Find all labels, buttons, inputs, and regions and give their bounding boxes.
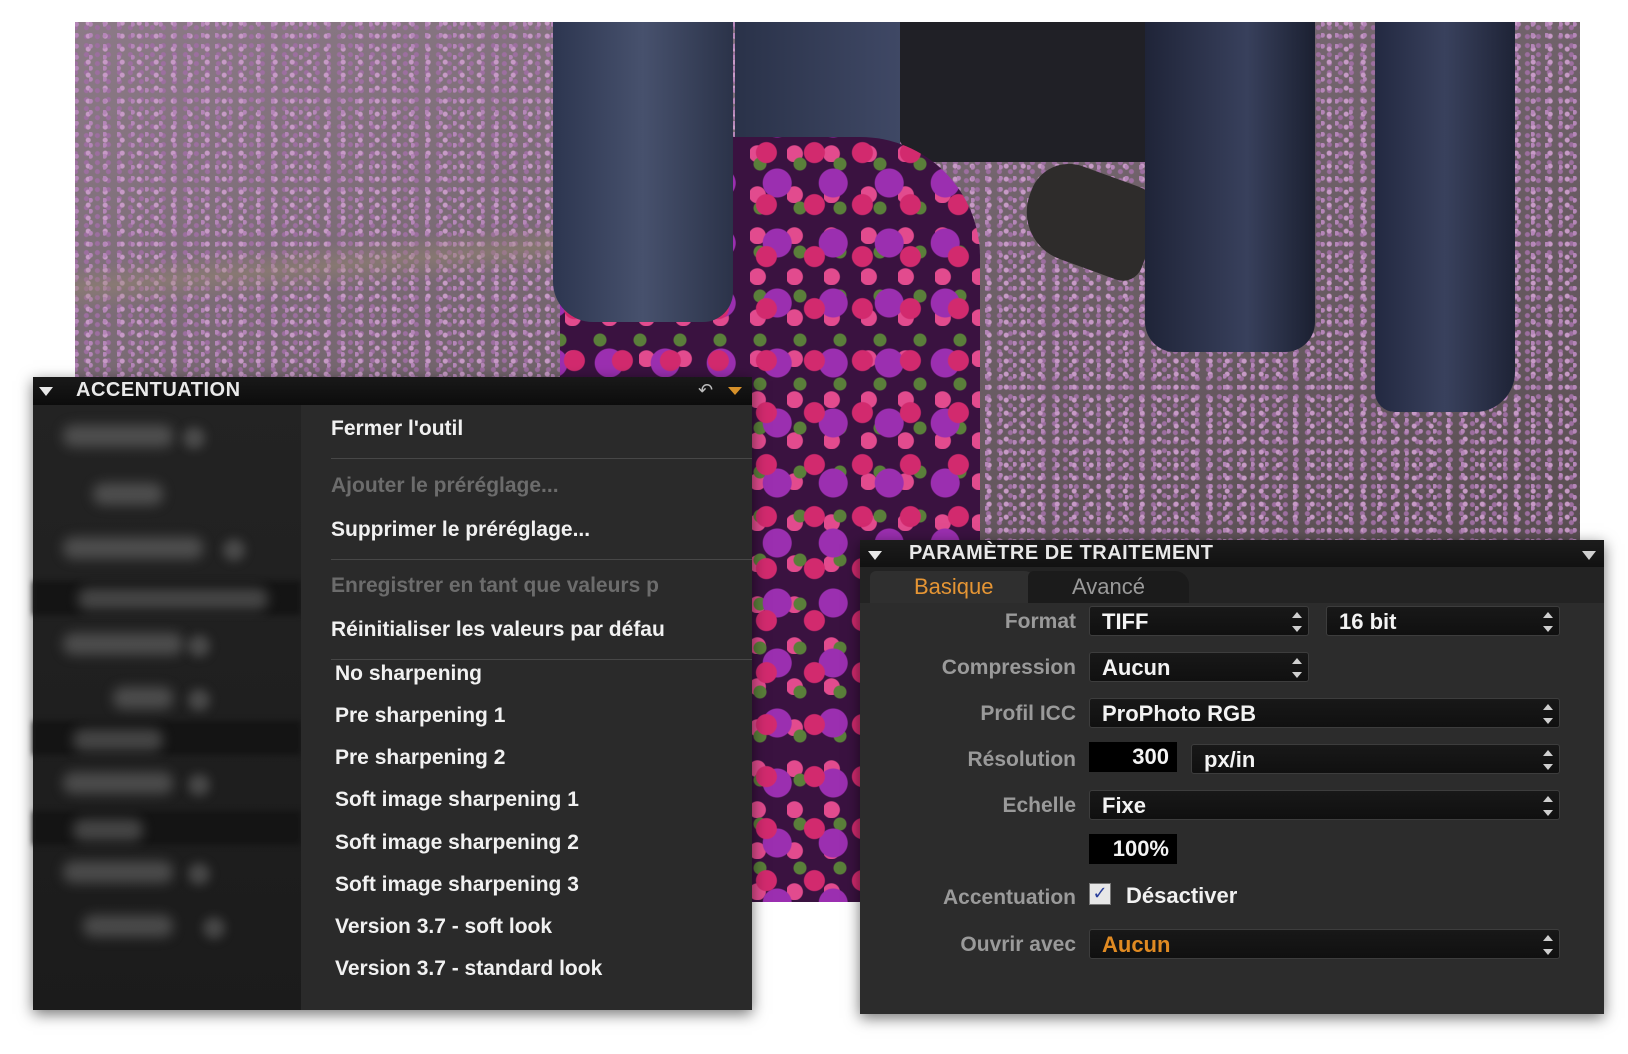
preset-item[interactable]: Pre sharpening 1 bbox=[335, 704, 505, 728]
blurred-icon bbox=[188, 689, 210, 711]
menu-item-save-defaults: Enregistrer en tant que valeurs p bbox=[331, 574, 659, 597]
stepper-arrows-icon[interactable] bbox=[1541, 794, 1555, 818]
accentuation-panel-header[interactable]: ACCENTUATION ↶ bbox=[33, 377, 752, 405]
resolution-input[interactable]: 300 bbox=[1089, 742, 1177, 772]
tab-bar: Basique Avancé bbox=[860, 567, 1604, 603]
scale-percent-input[interactable]: 100% bbox=[1089, 834, 1177, 864]
blurred-row bbox=[113, 687, 173, 709]
icc-profile-value: ProPhoto RGB bbox=[1102, 701, 1256, 726]
preset-item[interactable]: Pre sharpening 2 bbox=[335, 746, 505, 770]
bit-depth-select[interactable]: 16 bit bbox=[1326, 606, 1560, 636]
blurred-row bbox=[63, 633, 183, 655]
processing-parameters-panel: PARAMÈTRE DE TRAITEMENT Basique Avancé F… bbox=[860, 540, 1604, 1014]
open-with-label: Ouvrir avec bbox=[960, 933, 1076, 956]
panel-menu-icon[interactable] bbox=[728, 387, 742, 395]
blurred-row bbox=[63, 861, 173, 883]
blurred-icon bbox=[203, 917, 225, 939]
photo-child-jeans bbox=[553, 22, 733, 322]
blurred-row bbox=[63, 425, 173, 447]
menu-separator bbox=[331, 458, 752, 459]
blurred-icon bbox=[188, 863, 210, 885]
stepper-arrows-icon[interactable] bbox=[1541, 702, 1555, 726]
accentuation-context-menu: Fermer l'outil Ajouter le préréglage... … bbox=[301, 405, 752, 1010]
tab-basique[interactable]: Basique bbox=[870, 571, 1038, 603]
preset-item[interactable]: Soft image sharpening 3 bbox=[335, 873, 579, 897]
compression-select[interactable]: Aucun bbox=[1089, 652, 1309, 682]
blurred-icon bbox=[188, 774, 210, 796]
tab-avance[interactable]: Avancé bbox=[1028, 571, 1189, 603]
stepper-arrows-icon[interactable] bbox=[1290, 610, 1304, 634]
menu-separator bbox=[331, 559, 752, 560]
stepper-arrows-icon[interactable] bbox=[1541, 933, 1555, 957]
blurred-row bbox=[78, 588, 268, 610]
sharpening-label: Accentuation bbox=[942, 886, 1076, 909]
icc-profile-select[interactable]: ProPhoto RGB bbox=[1089, 698, 1560, 728]
resolution-unit-value: px/in bbox=[1204, 747, 1256, 772]
processing-panel-header[interactable]: PARAMÈTRE DE TRAITEMENT bbox=[860, 540, 1604, 567]
collapse-triangle-icon[interactable] bbox=[39, 387, 53, 396]
blurred-icon bbox=[223, 539, 245, 561]
stepper-arrows-icon[interactable] bbox=[1541, 748, 1555, 772]
panel-title: ACCENTUATION bbox=[76, 379, 241, 401]
blurred-row bbox=[93, 483, 163, 505]
panel-title: PARAMÈTRE DE TRAITEMENT bbox=[909, 542, 1214, 564]
disable-sharpening-checkbox[interactable]: ✓ bbox=[1089, 883, 1111, 905]
blurred-controls bbox=[33, 405, 301, 1010]
blurred-row bbox=[63, 537, 203, 559]
scale-select[interactable]: Fixe bbox=[1089, 790, 1560, 820]
stepper-arrows-icon[interactable] bbox=[1290, 656, 1304, 680]
blurred-icon bbox=[183, 427, 205, 449]
scale-label: Echelle bbox=[1002, 794, 1076, 817]
menu-item-close-tool[interactable]: Fermer l'outil bbox=[331, 417, 463, 441]
compression-label: Compression bbox=[941, 656, 1076, 679]
blurred-row bbox=[83, 915, 173, 937]
format-select[interactable]: TIFF bbox=[1089, 606, 1309, 636]
reset-icon[interactable]: ↶ bbox=[698, 380, 714, 401]
panel-menu-icon[interactable] bbox=[1582, 551, 1596, 560]
photo-jeans-right bbox=[1375, 22, 1515, 412]
preset-item[interactable]: Version 3.7 - soft look bbox=[335, 915, 552, 939]
scale-value: Fixe bbox=[1102, 793, 1147, 818]
blurred-row bbox=[73, 819, 143, 841]
preset-item[interactable]: Soft image sharpening 2 bbox=[335, 831, 579, 855]
blurred-icon bbox=[188, 635, 210, 657]
open-with-value: Aucun bbox=[1102, 932, 1171, 957]
open-with-select[interactable]: Aucun bbox=[1089, 929, 1560, 959]
accentuation-panel: ACCENTUATION ↶ Fermer l'outil Ajouter le… bbox=[33, 377, 752, 1010]
menu-item-add-preset: Ajouter le préréglage... bbox=[331, 474, 559, 497]
menu-item-delete-preset[interactable]: Supprimer le préréglage... bbox=[331, 518, 590, 542]
resolution-unit-select[interactable]: px/in bbox=[1191, 744, 1560, 774]
preset-item[interactable]: No sharpening bbox=[335, 662, 482, 686]
bit-depth-value: 16 bit bbox=[1339, 609, 1397, 634]
disable-sharpening-label[interactable]: Désactiver bbox=[1126, 883, 1237, 909]
menu-item-reset-defaults[interactable]: Réinitialiser les valeurs par défau bbox=[331, 618, 665, 642]
collapse-triangle-icon[interactable] bbox=[868, 551, 882, 560]
preset-item[interactable]: Version 3.7 - standard look bbox=[335, 957, 602, 981]
stepper-arrows-icon[interactable] bbox=[1541, 610, 1555, 634]
blurred-row bbox=[73, 729, 163, 751]
compression-value: Aucun bbox=[1102, 655, 1171, 680]
format-value: TIFF bbox=[1102, 609, 1149, 634]
blurred-row bbox=[63, 772, 173, 794]
icc-profile-label: Profil ICC bbox=[980, 702, 1076, 725]
menu-separator bbox=[331, 659, 752, 660]
format-label: Format bbox=[1004, 610, 1076, 633]
preset-item[interactable]: Soft image sharpening 1 bbox=[335, 788, 579, 812]
photo-jeans-left bbox=[1145, 22, 1315, 352]
resolution-label: Résolution bbox=[967, 748, 1077, 771]
